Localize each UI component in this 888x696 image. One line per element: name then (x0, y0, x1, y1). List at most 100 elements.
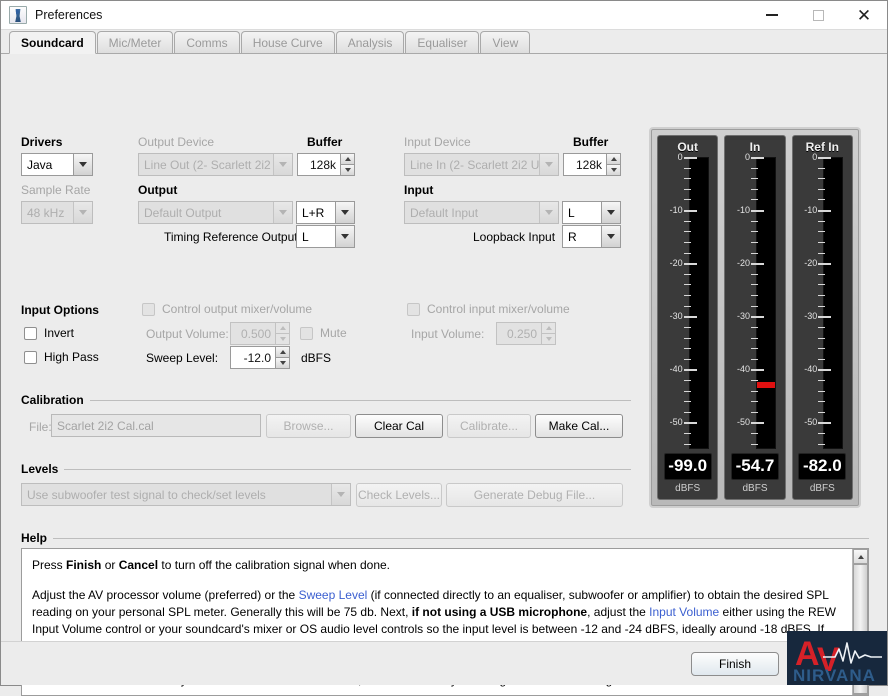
levels-test-signal-combo[interactable]: Use subwoofer test signal to check/set l… (21, 483, 351, 506)
tab-comms[interactable]: Comms (174, 31, 240, 53)
high-pass-checkbox-row[interactable]: High Pass (24, 350, 99, 364)
loopback-input-label: Loopback Input (473, 230, 556, 244)
meter-in-units: dBFS (742, 483, 768, 494)
chevron-down-icon (331, 484, 350, 505)
clear-cal-button[interactable]: Clear Cal (355, 414, 443, 438)
close-icon[interactable]: ✕ (841, 1, 887, 29)
output-buffer-spinner[interactable]: 128k (297, 153, 355, 176)
spinner-down-icon[interactable] (606, 164, 621, 176)
sweep-level-link[interactable]: Sweep Level (299, 588, 368, 602)
drivers-combo[interactable]: Java (21, 153, 93, 176)
input-volume-value: 0.250 (496, 322, 541, 345)
output-device-value: Line Out (2- Scarlett 2i2 ... (144, 157, 273, 172)
check-levels-button[interactable]: Check Levels... (356, 483, 442, 507)
levels-title: Levels (21, 462, 65, 476)
spinner-down-icon[interactable] (340, 164, 355, 176)
invert-checkbox[interactable] (24, 326, 37, 340)
mute-checkbox-row[interactable]: Mute (300, 326, 347, 340)
spinner-down-icon[interactable] (541, 333, 556, 345)
minimize-icon[interactable] (749, 1, 795, 29)
window-title: Preferences (35, 8, 103, 22)
spinner-down-icon[interactable] (275, 333, 290, 345)
spinner-down-icon[interactable] (275, 357, 290, 369)
input-options-title: Input Options (21, 303, 99, 317)
output-device-combo[interactable]: Line Out (2- Scarlett 2i2 ... (138, 153, 293, 176)
drivers-value: Java (27, 157, 53, 172)
loopback-input-value: R (568, 229, 577, 244)
help-p2-bold: if not using a USB microphone (411, 605, 588, 619)
tab-soundcard[interactable]: Soundcard (9, 31, 96, 54)
input-label: Input (404, 183, 434, 197)
input-device-combo[interactable]: Line In (2- Scarlett 2i2 U... (404, 153, 559, 176)
control-input-mixer-label: Control input mixer/volume (427, 302, 570, 316)
spinner-up-icon[interactable] (606, 153, 621, 164)
generate-debug-file-button[interactable]: Generate Debug File... (446, 483, 623, 507)
meter-ref-in-units: dBFS (809, 483, 835, 494)
calibration-divider (21, 400, 631, 401)
tab-analysis[interactable]: Analysis (335, 31, 405, 53)
tab-house-curve[interactable]: House Curve (240, 31, 335, 53)
sample-rate-combo[interactable]: 48 kHz (21, 201, 93, 224)
spinner-up-icon[interactable] (275, 346, 290, 357)
meter-out-readout: -99.0 (663, 453, 712, 480)
input-value: Default Input (410, 205, 479, 220)
input-device-label: Input Device (404, 135, 471, 149)
output-volume-spinner[interactable]: 0.500 (230, 322, 290, 345)
output-channel-combo[interactable]: L+R (296, 201, 355, 224)
high-pass-checkbox[interactable] (24, 350, 37, 364)
meter-out-bar (688, 157, 709, 449)
output-combo[interactable]: Default Output (138, 201, 293, 224)
finish-button[interactable]: Finish (691, 652, 779, 676)
output-device-label: Output Device (138, 135, 215, 149)
mute-checkbox[interactable] (300, 326, 313, 340)
meter-ref-in-bar (823, 157, 844, 449)
title-bar: Preferences ✕ (1, 1, 887, 30)
output-value: Default Output (144, 205, 222, 220)
sample-rate-label: Sample Rate (21, 183, 91, 197)
av-nirvana-logo: A V NIRVANA (787, 631, 887, 685)
meter-ref-in-scale: 0 -10 -20 -30 -40 -50 (799, 152, 845, 449)
control-output-mixer-label: Control output mixer/volume (162, 302, 313, 316)
help-p2-c: , adjust the (587, 605, 650, 619)
sweep-level-spinner[interactable]: -12.0 (230, 346, 290, 369)
output-volume-value: 0.500 (230, 322, 275, 345)
maximize-icon[interactable] (795, 1, 841, 29)
control-input-mixer-checkbox[interactable] (407, 302, 420, 316)
make-cal-button[interactable]: Make Cal... (535, 414, 623, 438)
output-volume-label: Output Volume: (146, 327, 229, 341)
spinner-up-icon[interactable] (275, 322, 290, 333)
tab-equaliser[interactable]: Equaliser (405, 31, 480, 53)
calibration-title: Calibration (21, 393, 90, 407)
spinner-up-icon[interactable] (541, 322, 556, 333)
scroll-up-icon[interactable] (853, 549, 868, 564)
control-output-mixer-checkbox[interactable] (142, 302, 155, 316)
calibrate-button[interactable]: Calibrate... (447, 414, 531, 438)
tab-mic-meter[interactable]: Mic/Meter (96, 31, 174, 53)
output-buffer-value: 128k (297, 153, 340, 176)
browse-button[interactable]: Browse... (266, 414, 351, 438)
meter-in-readout: -54.7 (731, 453, 779, 480)
soundcard-panel: Drivers Output Device Buffer Input Devic… (1, 54, 887, 696)
control-input-mixer-row[interactable]: Control input mixer/volume (407, 302, 570, 316)
input-volume-link[interactable]: Input Volume (649, 605, 719, 619)
spinner-up-icon[interactable] (340, 153, 355, 164)
tab-view[interactable]: View (480, 31, 531, 53)
input-channel-combo[interactable]: L (562, 201, 621, 224)
mute-label: Mute (320, 326, 347, 340)
control-output-mixer-row[interactable]: Control output mixer/volume (142, 302, 312, 316)
chevron-down-icon (273, 202, 292, 223)
meter-in-title: In (749, 140, 761, 154)
help-l1-post: to turn off the calibration signal when … (158, 558, 390, 572)
window-controls: ✕ (749, 1, 887, 29)
input-buffer-spinner[interactable]: 128k (563, 153, 621, 176)
chevron-down-icon (539, 154, 558, 175)
timing-reference-combo[interactable]: L (296, 225, 355, 248)
chevron-down-icon (73, 202, 92, 223)
help-line-1: Press Finish or Cancel to turn off the c… (32, 557, 844, 574)
input-buffer-label: Buffer (573, 135, 609, 149)
loopback-input-combo[interactable]: R (562, 225, 621, 248)
input-volume-spinner[interactable]: 0.250 (496, 322, 556, 345)
invert-checkbox-row[interactable]: Invert (24, 326, 74, 340)
input-combo[interactable]: Default Input (404, 201, 559, 224)
calibration-file-field[interactable]: Scarlet 2i2 Cal.cal (51, 414, 261, 437)
